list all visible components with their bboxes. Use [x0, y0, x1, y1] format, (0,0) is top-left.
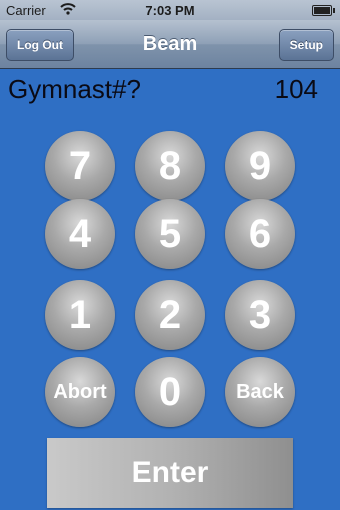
key-9[interactable]: 9 — [225, 131, 295, 201]
key-label: Back — [236, 381, 284, 403]
key-label: 3 — [248, 293, 272, 337]
key-label: Abort — [53, 381, 107, 403]
clock: 7:03 PM — [145, 3, 195, 18]
gymnast-number-display: 104 — [274, 74, 318, 104]
key-4[interactable]: 4 — [45, 199, 115, 269]
key-label: 0 — [158, 370, 182, 414]
key-2[interactable]: 2 — [135, 280, 205, 350]
key-label: 4 — [68, 212, 92, 256]
key-label: 6 — [248, 212, 272, 256]
key-label: 8 — [158, 144, 182, 188]
back-button[interactable]: Back — [225, 357, 295, 427]
key-5[interactable]: 5 — [135, 199, 205, 269]
key-6[interactable]: 6 — [225, 199, 295, 269]
key-label: 2 — [158, 293, 182, 337]
key-8[interactable]: 8 — [135, 131, 205, 201]
gymnast-prompt: Gymnast#? — [8, 74, 141, 104]
enter-button[interactable]: Enter — [47, 438, 293, 508]
key-1[interactable]: 1 — [45, 280, 115, 350]
key-label: 1 — [68, 293, 92, 337]
battery-icon — [312, 5, 335, 16]
abort-button[interactable]: Abort — [45, 357, 115, 427]
navigation-bar: Log Out Beam Setup — [0, 20, 340, 69]
key-7[interactable]: 7 — [45, 131, 115, 201]
key-label: 9 — [248, 144, 272, 188]
key-3[interactable]: 3 — [225, 280, 295, 350]
status-bar: Carrier 7:03 PM — [0, 0, 340, 20]
key-label: 7 — [68, 144, 92, 188]
key-0[interactable]: 0 — [135, 357, 205, 427]
key-label: 5 — [158, 212, 182, 256]
setup-button[interactable]: Setup — [278, 29, 334, 61]
